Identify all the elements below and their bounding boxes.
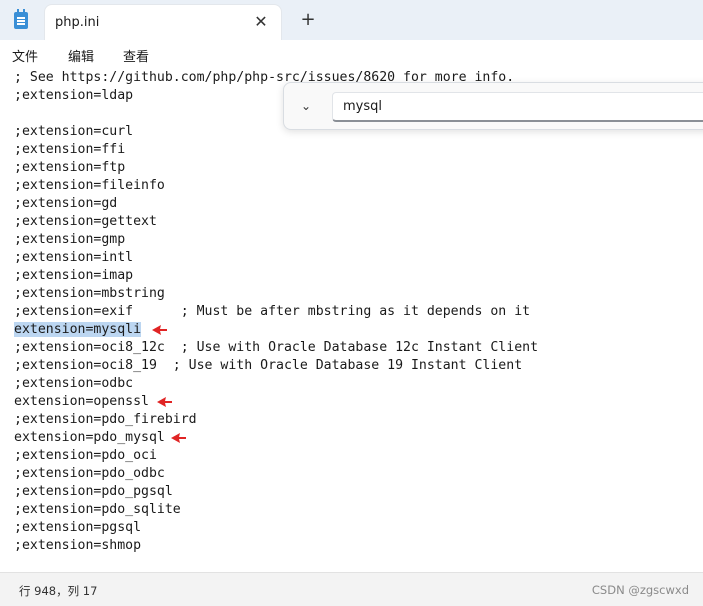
code-line: ;extension=exif ; Must be after mbstring… (14, 303, 530, 321)
code-line-text: ;extension=ftp (14, 160, 126, 175)
code-line-text: ;extension=exif ; Must be after mbstring… (14, 304, 531, 319)
menu-bar: 文件 编辑 查看 (0, 40, 703, 71)
code-line-text: ;extension=mbstring (14, 286, 165, 301)
code-line-text: ;extension=ldap (14, 88, 134, 103)
code-line: extension=openssl (14, 393, 149, 411)
menu-file[interactable]: 文件 (12, 46, 38, 65)
code-line: ;extension=gmp (14, 231, 125, 249)
code-line: ;extension=curl (14, 123, 133, 141)
watermark: CSDN @zgscwxd (591, 583, 689, 597)
red-arrow-icon (152, 325, 167, 335)
tab-title: php.ini (55, 15, 100, 30)
code-line-text: ;extension=oci8_12c ; Use with Oracle Da… (14, 340, 539, 355)
code-line: ;extension=gd (14, 195, 117, 213)
code-line: ;extension=imap (14, 267, 133, 285)
notepad-icon (14, 9, 28, 29)
code-line-text: ;extension=curl (14, 124, 134, 139)
code-line-text: ;extension=pdo_oci (14, 448, 157, 463)
tab-php-ini[interactable]: php.ini ✕ (44, 4, 282, 40)
menu-edit[interactable]: 编辑 (68, 46, 94, 65)
code-line: ;extension=pdo_sqlite (14, 501, 181, 519)
code-line-text: extension=pdo_mysql (14, 430, 165, 445)
code-line-text: ;extension=odbc (14, 376, 134, 391)
code-line: ;extension=fileinfo (14, 177, 165, 195)
code-line: ;extension=ffi (14, 141, 125, 159)
code-line-text: ;extension=shmop (14, 538, 142, 553)
code-line-text: ;extension=gd (14, 196, 118, 211)
find-bar: ⌄ (283, 82, 703, 130)
red-arrow-icon (171, 433, 186, 443)
code-line-text: ;extension=gettext (14, 214, 157, 229)
code-line: ;extension=ftp (14, 159, 125, 177)
close-icon[interactable]: ✕ (251, 12, 271, 32)
code-line-text: ;extension=pdo_firebird (14, 412, 197, 427)
code-line-text: ;extension=pdo_sqlite (14, 502, 181, 517)
code-line: ;extension=oci8_19 ; Use with Oracle Dat… (14, 357, 522, 375)
code-line: extension=pdo_mysql (14, 429, 165, 447)
find-input[interactable] (332, 92, 703, 122)
code-line: extension=mysqli (14, 321, 142, 339)
code-line-text: ;extension=pgsql (14, 520, 142, 535)
code-line-text: ;extension=ffi (14, 142, 126, 157)
code-line: ;extension=pdo_pgsql (14, 483, 173, 501)
menu-view[interactable]: 查看 (123, 46, 149, 65)
code-line-text: ;extension=fileinfo (14, 178, 165, 193)
code-line-text: ;extension=gmp (14, 232, 126, 247)
code-line: ;extension=shmop (14, 537, 141, 555)
text-editor[interactable]: ; See https://github.com/php/php-src/iss… (0, 70, 703, 572)
code-line: ;extension=pdo_firebird (14, 411, 197, 429)
cursor-position: 行 948，列 17 (19, 584, 98, 598)
code-line-text: ;extension=oci8_19 ; Use with Oracle Dat… (14, 358, 523, 373)
title-bar: php.ini ✕ + (0, 0, 703, 41)
code-line: ;extension=pdo_odbc (14, 465, 165, 483)
code-line-text: ;extension=imap (14, 268, 134, 283)
code-line-text: ;extension=intl (14, 250, 134, 265)
plus-icon[interactable]: + (298, 10, 318, 30)
code-line-text: ;extension=pdo_pgsql (14, 484, 173, 499)
code-line: ;extension=odbc (14, 375, 133, 393)
code-line-text: extension=openssl (14, 394, 149, 409)
code-line: ;extension=oci8_12c ; Use with Oracle Da… (14, 339, 538, 357)
red-arrow-icon (157, 397, 172, 407)
code-line: ;extension=intl (14, 249, 133, 267)
code-line: ;extension=mbstring (14, 285, 165, 303)
code-line: ;extension=pgsql (14, 519, 141, 537)
code-line-text: ;extension=pdo_odbc (14, 466, 165, 481)
code-line: ;extension=gettext (14, 213, 157, 231)
code-line: ;extension=ldap (14, 87, 133, 105)
code-line: ;extension=pdo_oci (14, 447, 157, 465)
status-bar: 行 948，列 17 CSDN @zgscwxd (0, 572, 703, 606)
chevron-down-icon[interactable]: ⌄ (296, 96, 316, 116)
code-line-text: extension=mysqli (14, 322, 142, 337)
